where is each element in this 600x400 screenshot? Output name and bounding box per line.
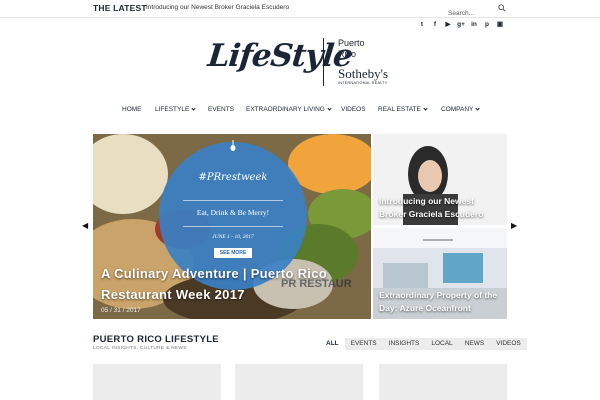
main-nav: HOME LIFESTYLE EVENTS EXTRAORDINARY LIVI…	[0, 106, 600, 116]
tab-events[interactable]: EVENTS	[344, 338, 383, 350]
side-slide-property[interactable]: Extraordinary Property of the Day: Azure…	[373, 228, 507, 319]
side-slide-property-title: Extraordinary Property of the Day: Azure…	[379, 290, 498, 313]
drop-pin-icon	[230, 140, 236, 151]
promo-subtitle: Eat, Drink & Be Merry!	[196, 208, 270, 217]
nav-item-real-estate[interactable]: REAL ESTATE	[378, 106, 428, 113]
google-plus-icon[interactable]: g+	[457, 21, 465, 29]
chevron-down-icon	[327, 106, 332, 111]
main-slide-title[interactable]: A Culinary Adventure | Puerto Rico Resta…	[101, 263, 363, 305]
logo-region-line2: Rico	[338, 49, 357, 59]
nav-videos-label: VIDEOS	[341, 106, 366, 113]
chevron-down-icon	[191, 106, 196, 111]
article-card[interactable]	[93, 364, 221, 400]
nav-item-extraordinary-living[interactable]: EXTRAORDINARY LIVING	[246, 106, 332, 113]
tab-all[interactable]: ALL	[320, 338, 345, 350]
article-card[interactable]	[379, 364, 507, 400]
article-card[interactable]	[235, 364, 363, 400]
slider-prev-arrow-icon[interactable]: ◀	[82, 221, 88, 230]
promo-hashtag: #PRrestweek	[198, 172, 268, 183]
filter-tabs: ALL EVENTS INSIGHTS LOCAL NEWS VIDEOS	[320, 338, 527, 350]
section-subtitle: LOCAL INSIGHTS, CULTURE & NEWS	[93, 346, 187, 351]
nav-home-label: HOME	[122, 106, 142, 113]
main-slide[interactable]: PR RESTAUR #PRrestweek Eat, Drink & Be M…	[93, 134, 371, 319]
latest-headline-link[interactable]: Introducing our Newest Broker Graciela E…	[146, 4, 289, 11]
nav-events-label: EVENTS	[208, 106, 235, 113]
nav-item-videos[interactable]: VIDEOS	[341, 106, 366, 113]
youtube-icon[interactable]: ▶	[444, 21, 452, 29]
top-bar: THE LATEST Introducing our Newest Broker…	[0, 0, 600, 20]
main-slide-date: 05 / 31 / 2017	[101, 307, 141, 314]
latest-label: THE LATEST	[93, 3, 147, 13]
see-more-button[interactable]: SEE MORE	[214, 248, 252, 258]
promo-dates: JUNE 1 - 10, 2017	[212, 234, 254, 240]
nav-item-lifestyle[interactable]: LIFESTYLE	[155, 106, 196, 113]
nav-extraordinary-label: EXTRAORDINARY LIVING	[246, 106, 325, 113]
nav-item-events[interactable]: EVENTS	[208, 106, 234, 113]
facebook-icon[interactable]: f	[431, 21, 439, 29]
side-slide-broker[interactable]: Introducing our Newest Broker Graciela E…	[373, 134, 507, 225]
side-slide-broker-title: Introducing our Newest Broker Graciela E…	[379, 196, 484, 219]
search-icon[interactable]	[498, 4, 506, 12]
search-box	[448, 2, 508, 20]
linkedin-icon[interactable]: in	[470, 21, 478, 29]
promo-divider	[183, 226, 283, 227]
logo-divider	[323, 38, 324, 86]
search-input[interactable]	[448, 7, 500, 20]
nav-real-estate-label: REAL ESTATE	[378, 106, 421, 113]
tab-videos[interactable]: VIDEOS	[490, 338, 527, 350]
promo-divider	[183, 200, 283, 201]
nav-lifestyle-label: LIFESTYLE	[155, 106, 190, 113]
pinterest-icon[interactable]: p	[483, 21, 491, 29]
slider-next-arrow-icon[interactable]: ▶	[511, 221, 517, 230]
twitter-icon[interactable]: t	[418, 21, 426, 29]
chevron-down-icon	[423, 106, 428, 111]
social-icons: t f ▶ g+ in p ▣	[418, 21, 504, 29]
logo-brand-sub: INTERNATIONAL REALTY	[338, 81, 388, 85]
logo-lifestyle-text: LifeStyle	[206, 38, 354, 74]
section-title: PUERTO RICO LIFESTYLE	[93, 334, 219, 345]
logo-brand: Sotheby's	[338, 66, 389, 81]
tab-local[interactable]: LOCAL	[425, 338, 459, 350]
tab-insights[interactable]: INSIGHTS	[382, 338, 426, 350]
nav-item-home[interactable]: HOME	[122, 106, 142, 113]
nav-company-label: COMPANY	[441, 106, 474, 113]
chevron-down-icon	[475, 106, 481, 111]
instagram-icon[interactable]: ▣	[496, 21, 504, 29]
nav-item-company[interactable]: COMPANY	[441, 106, 481, 113]
tab-news[interactable]: NEWS	[458, 338, 491, 350]
logo-region-line1: Puerto	[338, 38, 365, 48]
logo-region: Puerto Rico	[338, 38, 365, 60]
